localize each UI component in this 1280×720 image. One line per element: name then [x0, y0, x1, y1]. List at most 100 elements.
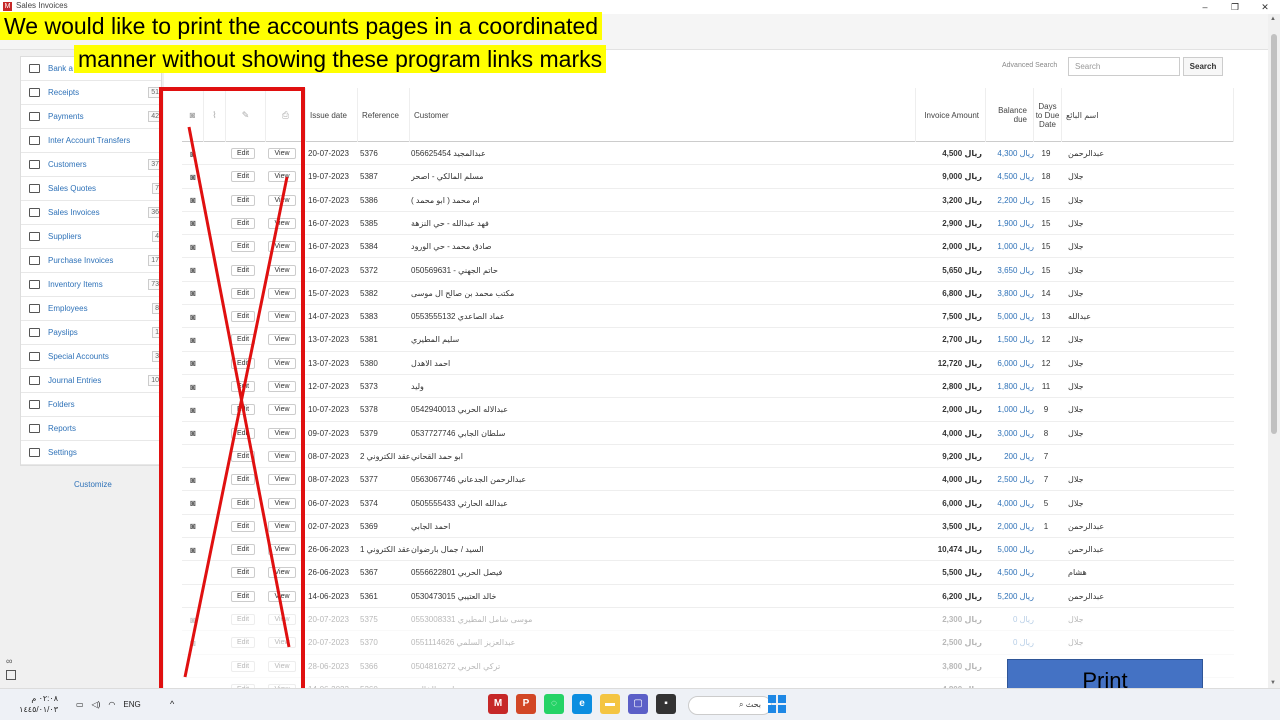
attachment-header-icon[interactable]: ⌇ [204, 88, 226, 142]
sidebar-item[interactable]: Receipts 51 [21, 81, 161, 105]
camera-header-icon[interactable]: ◙ [182, 88, 204, 142]
view-button[interactable]: View [268, 474, 296, 486]
camera-icon[interactable]: ◙ [182, 468, 204, 491]
table-row[interactable]: ◙ Edit View 13-07-2023 5380 احمد الاهدل 12,720… [182, 352, 1234, 375]
table-row[interactable]: ◙ Edit View 02-07-2023 5369 احمد الجابي 3,500 … [182, 515, 1234, 539]
powerpoint-icon[interactable]: P [516, 694, 536, 714]
view-button[interactable]: View [268, 567, 296, 579]
taskbar-search[interactable]: ⌕ بحث [688, 696, 772, 715]
view-button[interactable]: View [268, 427, 296, 439]
table-row[interactable]: ◙ Edit View 16-07-2023 5384 صادق محمد - حي ال… [182, 235, 1234, 259]
table-row[interactable]: ◙ Edit View 26-06-2023 عقد الكتروني 1 السيد /… [182, 538, 1234, 562]
taskbar-clock[interactable]: ٠٢:٠٨ م ١٤٤٥/٠١/٠٣ [18, 693, 58, 715]
maximize-icon[interactable]: ❐ [1220, 0, 1250, 14]
cell-balance-due[interactable]: 1,800 ريال [988, 375, 1034, 398]
table-row[interactable]: ◙ Edit View 16-07-2023 5372 050569631 - حاتم … [182, 259, 1234, 282]
edit-button[interactable]: Edit [230, 381, 256, 392]
advanced-search-link[interactable]: Advanced Search [1002, 62, 1057, 69]
view-button[interactable]: View [268, 614, 296, 625]
cell-balance-due[interactable]: 4,000 ريال [988, 492, 1034, 515]
header-days-to-due[interactable]: Days to Due Date [1034, 88, 1062, 142]
view-button[interactable]: View [268, 241, 296, 253]
view-button[interactable]: View [268, 497, 296, 509]
camera-icon[interactable]: ◙ [182, 631, 204, 654]
edit-button[interactable]: Edit [230, 450, 256, 462]
camera-icon[interactable]: ◙ [182, 375, 204, 398]
view-button[interactable]: View [268, 450, 296, 462]
camera-icon[interactable]: ◙ [182, 142, 204, 165]
window-app-icon[interactable]: ▪ [656, 694, 676, 714]
table-row[interactable]: ◙ Edit View 19-07-2023 5387 مسلم المالكي - اص… [182, 165, 1234, 189]
sidebar-item[interactable]: Settings [21, 441, 161, 465]
sidebar-item[interactable]: Payments 42 [21, 105, 161, 129]
sidebar-item[interactable]: Inventory Items 73 [21, 273, 161, 297]
edit-button[interactable]: Edit [230, 404, 256, 416]
edit-button[interactable]: Edit [230, 520, 256, 532]
camera-icon[interactable]: ◙ [182, 165, 204, 188]
table-row[interactable]: ◙ Edit View 08-07-2023 5377 0563067746 عبدالر… [182, 468, 1234, 492]
edit-button[interactable]: Edit [230, 241, 256, 253]
sidebar-item[interactable]: Employees 8 [21, 297, 161, 321]
view-button[interactable]: View [268, 544, 296, 556]
table-row[interactable]: ◙ Edit View 10-07-2023 5378 0542940013 عبدالا… [182, 398, 1234, 422]
edit-header-icon[interactable]: ✎ [226, 88, 266, 142]
table-row[interactable]: ◙ Edit View 09-07-2023 5379 0537727746 سلطان … [182, 422, 1234, 445]
edit-button[interactable]: Edit [230, 311, 256, 323]
view-button[interactable]: View [268, 264, 296, 276]
edit-button[interactable]: Edit [230, 194, 256, 206]
sidebar-item[interactable]: Sales Quotes 7 [21, 177, 161, 201]
sidebar-item[interactable]: Sales Invoices 36 [21, 201, 161, 225]
scroll-thumb[interactable] [1271, 34, 1277, 434]
cell-balance-due[interactable]: 5,000 ريال [988, 538, 1034, 561]
edit-button[interactable]: Edit [230, 660, 256, 672]
cell-balance-due[interactable]: 200 ريال [988, 445, 1034, 468]
cell-balance-due[interactable]: 1,000 ريال [988, 398, 1034, 421]
table-row[interactable]: ◙ Edit View 20-07-2023 5376 056625454 عبدالمج… [182, 142, 1234, 166]
camera-icon[interactable]: ◙ [182, 515, 204, 538]
edge-icon[interactable]: e [572, 694, 592, 714]
camera-icon[interactable]: ◙ [182, 538, 204, 561]
edit-button[interactable]: Edit [230, 264, 256, 276]
sidebar-item[interactable]: Reports [21, 417, 161, 441]
cell-balance-due[interactable]: 1,000 ريال [988, 235, 1034, 258]
table-row[interactable]: ◙ Edit View 14-07-2023 5383 0553555132 عماد ا… [182, 305, 1234, 329]
cell-balance-due[interactable]: 1,500 ريال [988, 328, 1034, 351]
camera-icon[interactable]: ◙ [182, 259, 204, 282]
cell-balance-due[interactable]: 5,000 ريال [988, 305, 1034, 328]
cell-balance-due[interactable]: 2,000 ريال [988, 515, 1034, 538]
edit-button[interactable]: Edit [230, 497, 256, 509]
vertical-scrollbar[interactable]: ▲ ▼ [1268, 14, 1280, 688]
camera-icon[interactable]: ◙ [182, 492, 204, 515]
view-button[interactable]: View [268, 334, 296, 346]
edit-button[interactable]: Edit [230, 171, 256, 183]
header-reference[interactable]: Reference [358, 88, 410, 142]
edit-button[interactable]: Edit [230, 614, 256, 625]
table-row[interactable]: Edit View 14-06-2023 5361 0530473015 خالد ال… [182, 585, 1234, 608]
glasses-icon[interactable]: ∞ [6, 656, 12, 666]
volume-icon[interactable]: ◁) [92, 700, 101, 709]
edit-button[interactable]: Edit [230, 590, 256, 602]
cell-balance-due[interactable]: 0 ريال [988, 608, 1034, 631]
edit-button[interactable]: Edit [230, 148, 256, 159]
table-row[interactable]: ◙ Edit View 06-07-2023 5374 0505555433 عبدالل… [182, 492, 1234, 515]
sidebar-item[interactable]: Folders [21, 393, 161, 417]
view-button[interactable]: View [268, 217, 296, 229]
file-explorer-icon[interactable]: ▬ [600, 694, 620, 714]
battery-icon[interactable]: ▭ [76, 700, 84, 709]
view-button[interactable]: View [268, 148, 296, 159]
cell-balance-due[interactable]: 4,500 ريال [988, 561, 1034, 584]
cell-balance-due[interactable]: 3,000 ريال [988, 422, 1034, 445]
edit-button[interactable]: Edit [230, 544, 256, 556]
sidebar-item[interactable]: Special Accounts 3 [21, 345, 161, 369]
sidebar-item[interactable]: Payslips 1 [21, 321, 161, 345]
cell-balance-due[interactable]: 0 ريال [988, 631, 1034, 654]
header-seller[interactable]: اسم البائع [1062, 88, 1234, 142]
edit-button[interactable]: Edit [230, 474, 256, 486]
cell-balance-due[interactable]: 4,300 ريال [988, 142, 1034, 165]
header-invoice-amount[interactable]: Invoice Amount [916, 88, 986, 142]
edit-button[interactable]: Edit [230, 287, 256, 299]
view-button[interactable]: View [268, 520, 296, 532]
cell-balance-due[interactable]: 2,200 ريال [988, 189, 1034, 212]
camera-icon[interactable]: ◙ [182, 328, 204, 351]
search-button[interactable]: Search [1183, 57, 1223, 76]
